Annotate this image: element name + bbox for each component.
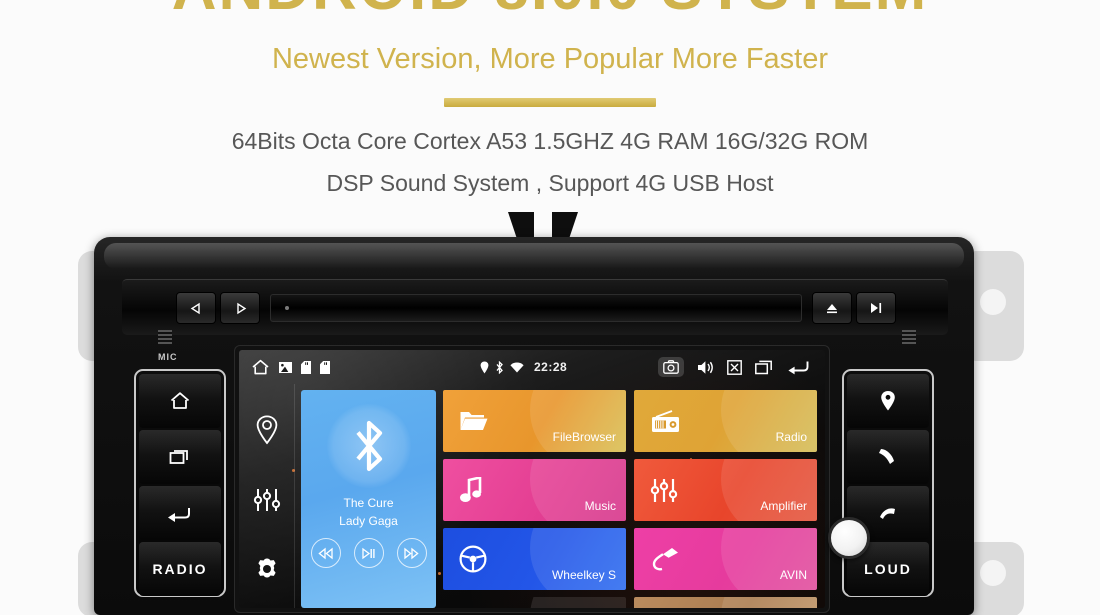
cd-next-button[interactable] [220, 292, 260, 324]
folder-icon [459, 409, 489, 433]
play-pause-button[interactable] [353, 538, 384, 568]
location-icon [480, 361, 489, 374]
sdcard-icon [320, 360, 330, 374]
next-track-button[interactable] [396, 538, 427, 568]
hardkey-back[interactable] [139, 486, 221, 540]
phone-answer-icon [876, 446, 900, 468]
hardkey-call-answer[interactable] [847, 430, 929, 484]
bluetooth-halo [326, 404, 411, 488]
back-icon[interactable] [787, 359, 811, 375]
status-bar: 22:28 [239, 350, 825, 384]
triangle-right-icon [234, 302, 247, 315]
car-head-unit: SUDAR SUDAR TECHNOLOGY CO., LTD MIC [0, 212, 1100, 615]
home-icon [169, 391, 191, 411]
app-tile-label: AVIN [779, 568, 807, 582]
home-icon[interactable] [251, 359, 270, 376]
volume-knob[interactable] [828, 517, 870, 559]
left-button-stack: RADIO [134, 369, 226, 597]
mute-icon[interactable] [727, 359, 742, 375]
gallery-icon [279, 361, 292, 373]
mic-label: MIC [158, 352, 178, 362]
app-tile-grid: FileBrowser Radio Music Amplifier Wheelk… [443, 390, 817, 608]
hardkey-loudness-label: LOUD [864, 561, 912, 577]
radio-icon [650, 409, 682, 434]
back-icon [167, 504, 193, 522]
marketing-header: ANDROID 8.0.0 SYSTEM Newest Version, Mor… [0, 0, 1100, 212]
app-tile-calculator[interactable]: Calculator [634, 597, 817, 608]
now-playing-artist: Lady Gaga [339, 514, 398, 528]
status-clock: 22:28 [534, 360, 568, 374]
camera-icon[interactable] [658, 357, 684, 377]
app-tile-label: Wheelkey S [551, 568, 616, 582]
volume-icon[interactable] [697, 360, 714, 375]
cd-media-panel: MIC [122, 279, 948, 362]
touchscreen-bezel: 22:28 The Cure Lady Gaga FileBrowser Rad… [234, 345, 830, 613]
hardkey-recents[interactable] [139, 430, 221, 484]
page-title: ANDROID 8.0.0 SYSTEM [0, 0, 1100, 20]
hardkey-home[interactable] [139, 374, 221, 428]
cd-eject-button[interactable] [812, 292, 852, 324]
settings-gear-icon[interactable] [253, 555, 281, 583]
hardkey-radio[interactable]: RADIO [139, 542, 221, 596]
right-button-stack: LOUD [842, 369, 934, 597]
app-tile-radio[interactable]: Radio [634, 390, 817, 452]
cd-play-pause-button[interactable] [856, 292, 896, 324]
microphone-grill-icon [158, 330, 172, 346]
page-subtitle: Newest Version, More Popular More Faster [271, 43, 829, 75]
steering-wheel-icon [459, 545, 487, 573]
app-tile-wheelkey[interactable]: Wheelkey S [443, 528, 626, 590]
cd-prev-button[interactable] [176, 292, 216, 324]
recents-icon [169, 448, 191, 466]
app-tile-filebrowser[interactable]: FileBrowser [443, 390, 626, 452]
spec-line-cpu: 64Bits Octa Core Cortex A53 1.5GHZ 4G RA… [231, 128, 869, 154]
location-icon[interactable] [256, 415, 278, 445]
bracket-hole [980, 560, 1006, 586]
app-tile-label: Music [584, 499, 616, 513]
hardkey-radio-label: RADIO [152, 561, 208, 577]
phone-hangup-icon [876, 504, 900, 522]
chassis-highlight [104, 243, 964, 269]
screen-side-rail [239, 384, 295, 608]
bluetooth-icon [349, 418, 389, 474]
recents-icon[interactable] [755, 360, 774, 375]
chassis-top-tab-left [508, 212, 534, 240]
location-icon [880, 390, 896, 412]
head-unit-chassis: MIC RADIO LOUD 22:28 The Cure Lady Gaga … [94, 237, 974, 615]
chassis-top-tab-right [552, 212, 578, 240]
eject-icon [825, 301, 839, 315]
equalizer-icon[interactable] [253, 486, 281, 514]
transport-controls [310, 538, 427, 568]
app-tile-label: FileBrowser [552, 430, 616, 444]
app-tile-avin[interactable]: AVIN [634, 528, 817, 590]
bluetooth-music-widget[interactable]: The Cure Lady Gaga [301, 390, 436, 608]
app-tile-amplifier[interactable]: Amplifier [634, 459, 817, 521]
app-tile-label: Amplifier [760, 499, 807, 513]
product-marketing-page: ANDROID 8.0.0 SYSTEM Newest Version, Mor… [0, 0, 1100, 615]
app-tile-label: Radio [775, 430, 807, 444]
wifi-icon [510, 362, 524, 373]
now-playing-track: The Cure [343, 496, 394, 510]
home-content: The Cure Lady Gaga FileBrowser Radio Mus… [295, 384, 825, 608]
gold-divider [444, 98, 656, 107]
hardkey-navigation[interactable] [847, 374, 929, 428]
cd-disc-slot[interactable] [270, 294, 802, 322]
android-screen[interactable]: 22:28 The Cure Lady Gaga FileBrowser Rad… [239, 350, 825, 608]
speaker-grill-icon [902, 330, 916, 346]
slot-indicator-led [285, 306, 289, 310]
app-tile-music[interactable]: Music [443, 459, 626, 521]
previous-track-button[interactable] [310, 538, 341, 568]
bluetooth-icon [495, 360, 504, 374]
sdcard-icon [301, 360, 311, 374]
plug-icon [650, 546, 680, 572]
app-tile-placeholder [443, 597, 626, 608]
equalizer-icon [650, 477, 678, 504]
triangle-left-icon [190, 302, 203, 315]
music-note-icon [459, 476, 483, 504]
spec-line-audio: DSP Sound System , Support 4G USB Host [326, 170, 774, 196]
play-pause-icon [869, 301, 884, 315]
bracket-hole [980, 289, 1006, 315]
